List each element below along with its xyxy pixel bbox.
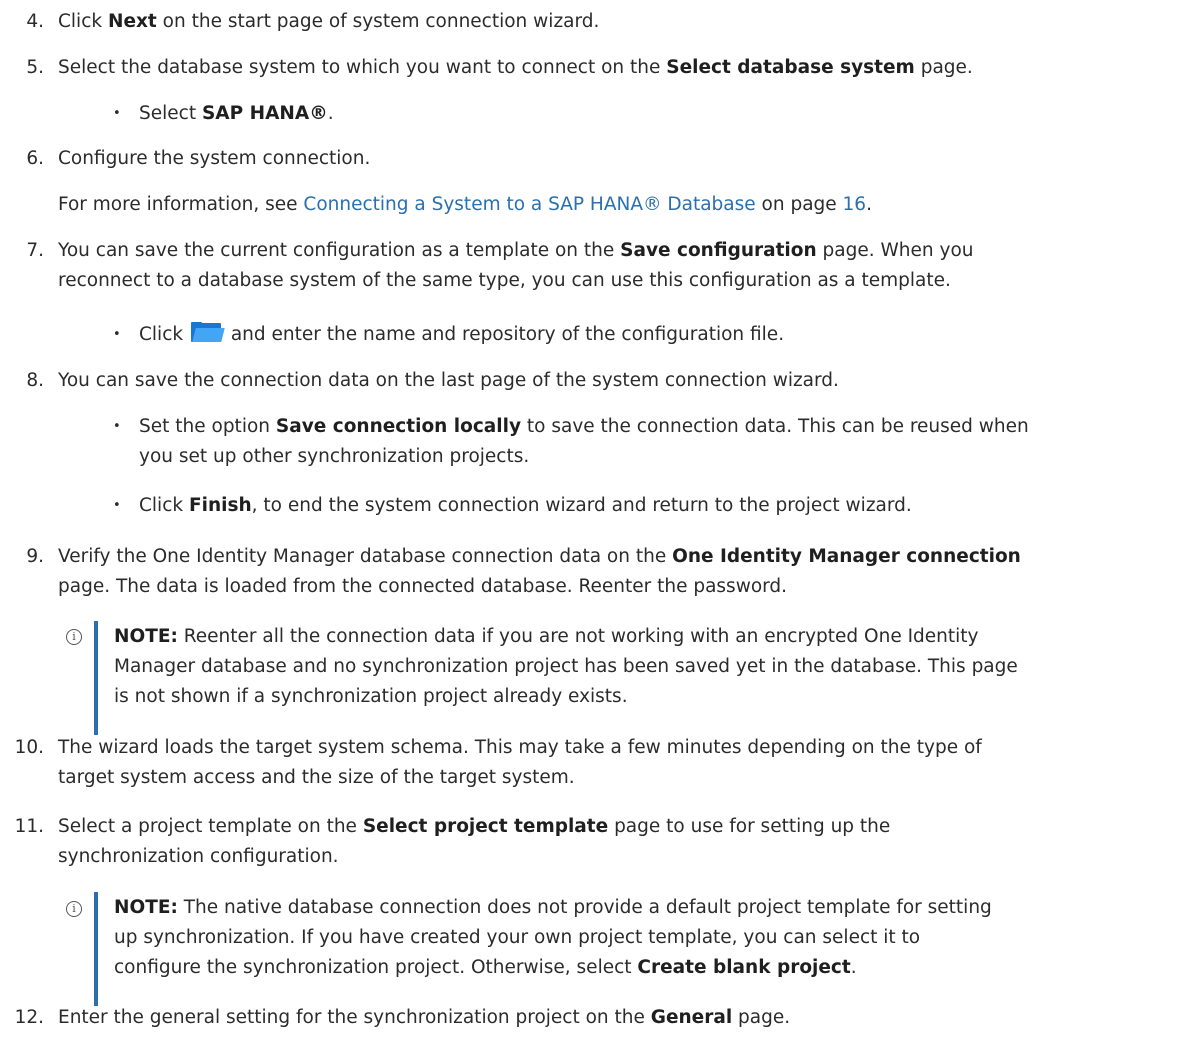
bullet: • (113, 498, 121, 513)
bullet: • (113, 327, 121, 342)
info-icon: i (66, 629, 82, 645)
bullet: • (113, 106, 121, 121)
folder-open-icon (190, 322, 225, 343)
info-icon: i (66, 901, 82, 917)
bullet: • (113, 419, 121, 434)
note-bar (94, 892, 98, 1006)
note-bar (94, 621, 98, 735)
document-page: 4. Click Next on the start page of syste… (14, 11, 1029, 1028)
connecting-hana-link[interactable]: Connecting a System to a SAP HANA® Datab… (303, 194, 755, 215)
page-16-link[interactable]: 16 (843, 194, 867, 215)
